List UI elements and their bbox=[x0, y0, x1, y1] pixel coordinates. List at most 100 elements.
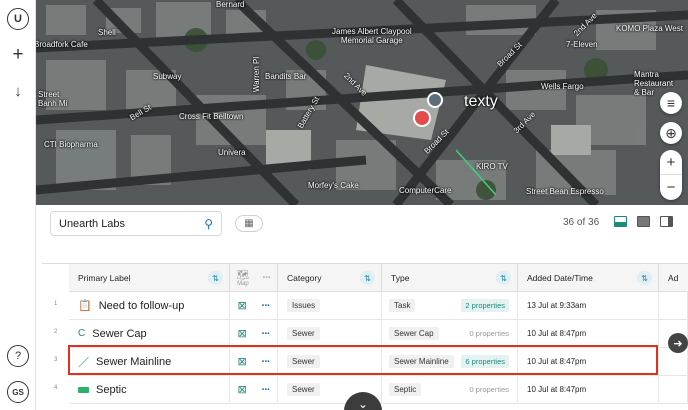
row-more-icon[interactable]: ··· bbox=[262, 300, 271, 312]
category-tag: Issues bbox=[287, 299, 321, 312]
map-cell: ⊠ ··· bbox=[230, 320, 278, 348]
row-number: 2 bbox=[54, 329, 58, 335]
sort-icon[interactable]: ⇅ bbox=[208, 271, 223, 285]
line-icon: ／ bbox=[78, 356, 89, 369]
header-date-text: Added Date/Time bbox=[527, 273, 593, 283]
properties-badge[interactable]: 0 properties bbox=[469, 329, 509, 338]
header-category[interactable]: Category ⇅ bbox=[278, 264, 382, 292]
primary-label-cell[interactable]: ／ Sewer Mainline bbox=[69, 348, 230, 376]
sort-icon[interactable]: ⇅ bbox=[360, 271, 375, 285]
scroll-right-icon[interactable]: ➜ bbox=[668, 333, 688, 353]
properties-badge[interactable]: 6 properties bbox=[461, 355, 509, 368]
row-more-icon[interactable]: ··· bbox=[262, 356, 271, 368]
map-label-crossfit: Cross Fit Belltown bbox=[179, 112, 244, 121]
map-label-kiro: KIRO TV bbox=[476, 162, 508, 171]
date-cell: 13 Jul at 9:33am bbox=[518, 292, 659, 320]
add-icon[interactable]: + bbox=[7, 44, 29, 66]
map-label-warren: Warren Pl bbox=[252, 56, 262, 93]
header-map: 🗺 Map ··· bbox=[230, 264, 278, 292]
category-tag: Sewer bbox=[287, 383, 320, 396]
type-cell: Septic 0 properties bbox=[382, 376, 518, 404]
search-icon[interactable]: ⚲ bbox=[204, 217, 213, 231]
category-tag: Sewer bbox=[287, 327, 320, 340]
primary-label-text: Need to follow-up bbox=[98, 299, 185, 312]
septic-icon bbox=[78, 386, 89, 393]
map-label-morfeys: Morfey's Cake bbox=[308, 181, 359, 190]
split-view-icon[interactable] bbox=[614, 216, 627, 227]
map-label-univera: Univera bbox=[218, 148, 246, 157]
primary-label-cell[interactable]: C Sewer Cap bbox=[69, 320, 230, 348]
app-root: U + ↓ ? GS Shell Bernard Broadfork Cafe … bbox=[0, 0, 688, 410]
table-row[interactable]: 1 📋 Need to follow-up ⊠ ··· Issues Task … bbox=[42, 292, 688, 320]
properties-badge[interactable]: 2 properties bbox=[461, 299, 509, 312]
locate-icon[interactable]: ⊕ bbox=[660, 122, 682, 144]
header-ad-text: Ad bbox=[668, 273, 679, 283]
map-pin-icon[interactable]: ⊠ bbox=[237, 383, 246, 396]
sort-icon[interactable]: ⇅ bbox=[637, 271, 652, 285]
map-cell: ⊠ ··· bbox=[230, 348, 278, 376]
table-row[interactable]: 2 C Sewer Cap ⊠ ··· Sewer Sewer Cap 0 pr… bbox=[42, 320, 688, 348]
map-label-subway: Subway bbox=[153, 72, 182, 81]
map-pin-icon[interactable]: ⊠ bbox=[237, 299, 246, 312]
sort-icon[interactable]: ⇅ bbox=[496, 271, 511, 285]
map-label-streetbean: Street Bean Espresso bbox=[526, 187, 604, 196]
map-pin-icon[interactable]: ⊠ bbox=[237, 355, 246, 368]
header-primary-text: Primary Label bbox=[78, 273, 131, 283]
type-cell: Sewer Cap 0 properties bbox=[382, 320, 518, 348]
zoom-out-icon[interactable]: − bbox=[660, 175, 682, 200]
table-row[interactable]: 3 ／ Sewer Mainline ⊠ ··· Sewer Sewer Mai… bbox=[42, 348, 688, 376]
map-label-james: James Albert Claypool Memorial Garage bbox=[332, 27, 412, 45]
type-tag: Sewer Mainline bbox=[389, 355, 454, 368]
row-more-icon[interactable]: ··· bbox=[262, 384, 271, 396]
map-label-computercare: ComputerCare bbox=[399, 186, 452, 195]
map-label-7-eleven: 7-Eleven bbox=[566, 40, 598, 49]
ad-cell bbox=[659, 292, 688, 320]
clipboard-icon: 📋 bbox=[78, 300, 92, 312]
download-icon[interactable]: ↓ bbox=[7, 80, 29, 102]
help-icon[interactable]: ? bbox=[7, 345, 29, 367]
satellite-map[interactable]: Shell Bernard Broadfork Cafe James Alber… bbox=[36, 0, 688, 205]
left-rail: U + ↓ ? GS bbox=[0, 0, 36, 410]
logo-icon[interactable]: U bbox=[7, 8, 29, 30]
zoom-in-icon[interactable]: + bbox=[660, 150, 682, 175]
primary-label-text: Sewer Mainline bbox=[96, 355, 172, 368]
map-label-bandits: Bandits Bar bbox=[265, 72, 307, 81]
map-label-street: Street Banh Mi bbox=[38, 90, 68, 108]
category-cell: Sewer bbox=[278, 320, 382, 348]
sewer-cap-icon: C bbox=[78, 328, 86, 339]
search-input[interactable]: Unearth Labs ⚲ bbox=[50, 211, 222, 236]
avatar[interactable]: GS bbox=[7, 381, 29, 403]
primary-label-text: Sewer Cap bbox=[92, 327, 147, 340]
type-tag: Septic bbox=[389, 383, 422, 396]
header-primary-label[interactable]: Primary Label ⇅ bbox=[69, 264, 230, 292]
map-label-komo: KOMO Plaza West bbox=[616, 24, 683, 33]
header-ad[interactable]: Ad bbox=[659, 264, 688, 292]
type-tag: Sewer Cap bbox=[389, 327, 439, 340]
primary-label-cell[interactable]: Septic bbox=[69, 376, 230, 404]
properties-badge[interactable]: 0 properties bbox=[469, 385, 509, 394]
row-number: 3 bbox=[54, 357, 58, 363]
table-view-icon[interactable]: ▦ bbox=[235, 215, 263, 232]
type-cell: Sewer Mainline 6 properties bbox=[382, 348, 518, 376]
layers-icon[interactable]: ≡ bbox=[660, 92, 682, 114]
map-label-texty: texty bbox=[464, 93, 498, 110]
header-category-text: Category bbox=[287, 273, 322, 283]
row-more-icon[interactable]: ··· bbox=[262, 328, 271, 340]
header-date[interactable]: Added Date/Time ⇅ bbox=[518, 264, 659, 292]
features-panel: Unearth Labs ⚲ ▦ 36 of 36 Primary Label … bbox=[42, 205, 688, 410]
full-view-icon[interactable] bbox=[637, 216, 650, 227]
zoom-control: + − bbox=[660, 150, 682, 200]
type-tag: Task bbox=[389, 299, 416, 312]
header-map-text: Map bbox=[237, 280, 249, 287]
primary-label-cell[interactable]: 📋 Need to follow-up bbox=[69, 292, 230, 320]
map-pin-icon[interactable]: ⊠ bbox=[237, 327, 246, 340]
table-header: Primary Label ⇅ 🗺 Map ··· Category ⇅ Typ… bbox=[69, 264, 688, 292]
category-cell: Issues bbox=[278, 292, 382, 320]
header-more-icon[interactable]: ··· bbox=[262, 272, 271, 284]
category-tag: Sewer bbox=[287, 355, 320, 368]
map-header-icon: 🗺 Map bbox=[236, 269, 250, 287]
map-cell: ⊠ ··· bbox=[230, 376, 278, 404]
map-label-broadfork: Broadfork Cafe bbox=[36, 40, 88, 49]
header-type[interactable]: Type ⇅ bbox=[382, 264, 518, 292]
side-view-icon[interactable] bbox=[660, 216, 673, 227]
